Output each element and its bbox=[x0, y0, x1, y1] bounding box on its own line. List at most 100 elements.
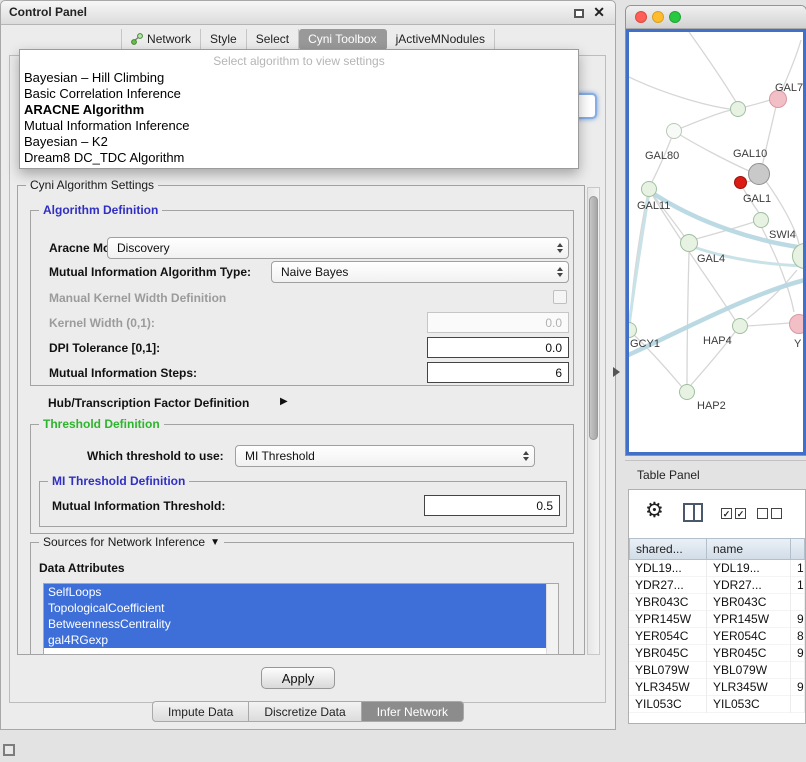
tab-network[interactable]: Network bbox=[121, 29, 201, 50]
tab-select[interactable]: Select bbox=[247, 29, 299, 50]
network-node-gal1[interactable] bbox=[753, 212, 769, 228]
tab-impute-data[interactable]: Impute Data bbox=[152, 701, 249, 722]
collapse-down-icon[interactable]: ▼ bbox=[210, 537, 220, 548]
table-cell[interactable]: YBR045C bbox=[707, 645, 791, 662]
table-cell[interactable] bbox=[791, 594, 805, 611]
select-all-columns-icon[interactable]: ✓ ✓ bbox=[721, 508, 746, 519]
network-node-hap2[interactable] bbox=[679, 384, 695, 400]
table-cell[interactable]: YDL19... bbox=[629, 560, 707, 577]
network-node-gal4[interactable] bbox=[680, 234, 698, 252]
list-item[interactable]: TopologicalCoefficient bbox=[44, 600, 546, 616]
table-cell[interactable]: YLR345W bbox=[707, 679, 791, 696]
network-node-gal80[interactable] bbox=[666, 123, 682, 139]
table-row: YLR345W YLR345W 9. bbox=[629, 679, 805, 696]
tab-style[interactable]: Style bbox=[201, 29, 247, 50]
network-node-gal10[interactable] bbox=[748, 163, 770, 185]
control-panel-titlebar[interactable]: Control Panel ✕ bbox=[1, 1, 615, 25]
dpi-tolerance-field[interactable] bbox=[427, 337, 569, 358]
apply-button[interactable]: Apply bbox=[261, 667, 335, 689]
table-row: YBL079W YBL079W bbox=[629, 662, 805, 679]
sources-group: Sources for Network Inference ▼ Data Att… bbox=[30, 542, 574, 655]
network-node-swi4[interactable] bbox=[792, 243, 806, 269]
aracne-mode-combobox[interactable]: Discovery bbox=[107, 237, 569, 259]
table-cell[interactable]: 9. bbox=[791, 645, 805, 662]
mac-minimize-button[interactable] bbox=[652, 11, 664, 23]
dropdown-item[interactable]: Mutual Information Inference bbox=[20, 118, 578, 134]
table-cell[interactable] bbox=[791, 662, 805, 679]
table-cell[interactable]: YER054C bbox=[707, 628, 791, 645]
mi-steps-field[interactable] bbox=[427, 362, 569, 383]
close-icon[interactable]: ✕ bbox=[593, 4, 605, 21]
table-cell[interactable]: YDR27... bbox=[629, 577, 707, 594]
deselect-all-columns-icon[interactable] bbox=[757, 508, 782, 519]
table-cell[interactable]: YDL19... bbox=[707, 560, 791, 577]
table-cell[interactable]: YIL053C bbox=[707, 696, 791, 713]
table-cell[interactable]: YBL079W bbox=[707, 662, 791, 679]
table-panel-title: Table Panel bbox=[637, 461, 700, 490]
table-cell[interactable]: YER054C bbox=[629, 628, 707, 645]
dropdown-item-selected[interactable]: ARACNE Algorithm bbox=[20, 102, 578, 118]
gear-icon[interactable]: ⚙ bbox=[645, 498, 664, 523]
table-cell[interactable]: 9. bbox=[791, 679, 805, 696]
group-title: Sources for Network Inference ▼ bbox=[39, 535, 224, 549]
mac-zoom-button[interactable] bbox=[669, 11, 681, 23]
table-cell[interactable]: YLR345W bbox=[629, 679, 707, 696]
network-node[interactable] bbox=[789, 314, 806, 334]
table-cell[interactable]: YDR27... bbox=[707, 577, 791, 594]
network-canvas[interactable]: GAL7 GAL80 GAL10 GAL1 GAL11 SWI4 GAL4 GC… bbox=[626, 29, 806, 455]
list-item[interactable]: gal4RGexp bbox=[44, 632, 546, 648]
tab-discretize-data[interactable]: Discretize Data bbox=[249, 701, 361, 722]
kernel-width-field bbox=[427, 312, 569, 333]
list-item[interactable]: BetweennessCentrality bbox=[44, 616, 546, 632]
expand-right-icon[interactable]: ▶ bbox=[280, 396, 288, 407]
dropdown-item[interactable]: Dream8 DC_TDC Algorithm bbox=[20, 150, 578, 166]
dropdown-item[interactable]: Basic Correlation Inference bbox=[20, 86, 578, 102]
list-item[interactable]: SelfLoops bbox=[44, 584, 546, 600]
column-header-name[interactable]: name bbox=[707, 538, 791, 560]
list-scrollbar[interactable] bbox=[546, 584, 558, 654]
algorithm-definition-group: Algorithm Definition Aracne Mode: Discov… bbox=[30, 210, 574, 386]
table-row: YDR27... YDR27... 12 bbox=[629, 577, 805, 594]
node-label-partial: Y bbox=[794, 338, 801, 350]
table-cell[interactable] bbox=[791, 696, 805, 713]
network-node-gcy1[interactable] bbox=[626, 322, 637, 338]
which-threshold-combobox[interactable]: MI Threshold bbox=[235, 445, 535, 467]
column-header-shared-name[interactable]: shared... bbox=[629, 538, 707, 560]
mi-threshold-field[interactable] bbox=[424, 495, 560, 516]
table-cell[interactable]: YBR043C bbox=[629, 594, 707, 611]
column-header-partial[interactable] bbox=[791, 538, 805, 560]
table-cell[interactable]: YIL053C bbox=[629, 696, 707, 713]
dropdown-item[interactable]: Bayesian – K2 bbox=[20, 134, 578, 150]
table-cell[interactable]: YPR145W bbox=[629, 611, 707, 628]
mac-close-button[interactable] bbox=[635, 11, 647, 23]
table-cell[interactable]: 13 bbox=[791, 560, 805, 577]
tab-cyni-toolbox[interactable]: Cyni Toolbox bbox=[299, 29, 386, 50]
float-window-icon[interactable] bbox=[574, 9, 584, 18]
table-cell[interactable]: YPR145W bbox=[707, 611, 791, 628]
mi-algorithm-type-combobox[interactable]: Naive Bayes bbox=[271, 261, 569, 283]
checked-box-icon: ✓ bbox=[721, 508, 732, 519]
network-window-titlebar[interactable] bbox=[626, 6, 806, 29]
table-cell[interactable]: 12 bbox=[791, 577, 805, 594]
node-label-hap2: HAP2 bbox=[697, 400, 726, 412]
network-node[interactable] bbox=[730, 101, 746, 117]
collapsed-panel-icon[interactable] bbox=[3, 744, 15, 756]
checked-box-icon: ✓ bbox=[735, 508, 746, 519]
tab-jactivemodules[interactable]: jActiveMNodules bbox=[387, 29, 495, 50]
table-cell[interactable]: 8. bbox=[791, 628, 805, 645]
show-columns-icon[interactable] bbox=[683, 503, 703, 522]
settings-scrollbar[interactable] bbox=[587, 187, 600, 655]
splitter-collapse-arrow[interactable] bbox=[613, 367, 620, 377]
table-cell[interactable]: YBR045C bbox=[629, 645, 707, 662]
tab-infer-network[interactable]: Infer Network bbox=[362, 701, 464, 722]
scrollbar-thumb[interactable] bbox=[589, 196, 598, 440]
table-cell[interactable]: YBL079W bbox=[629, 662, 707, 679]
network-node-hap4[interactable] bbox=[732, 318, 748, 334]
network-node-selected-red[interactable] bbox=[734, 176, 747, 189]
table-cell[interactable]: 9. bbox=[791, 611, 805, 628]
network-node-gal11[interactable] bbox=[641, 181, 657, 197]
group-title: Threshold Definition bbox=[39, 417, 164, 431]
dropdown-item[interactable]: Bayesian – Hill Climbing bbox=[20, 70, 578, 86]
node-label-swi4: SWI4 bbox=[769, 229, 796, 241]
table-cell[interactable]: YBR043C bbox=[707, 594, 791, 611]
